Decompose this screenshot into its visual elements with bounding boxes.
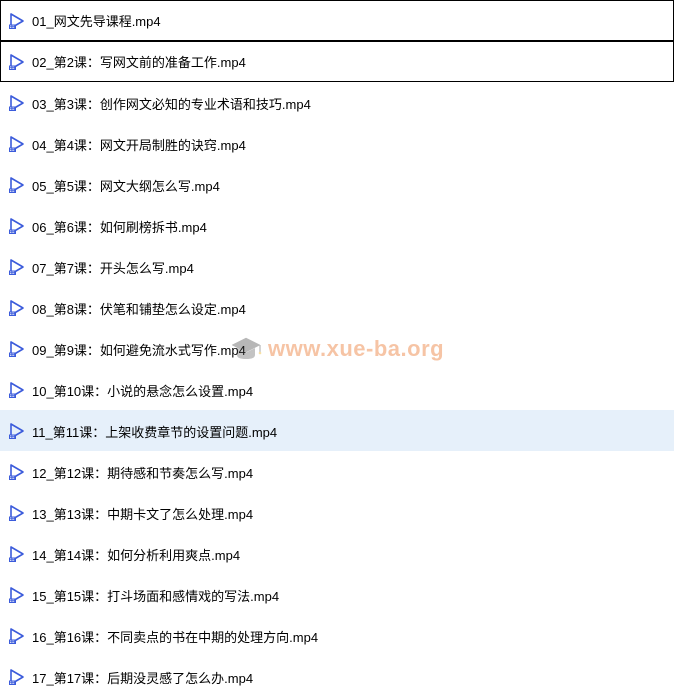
video-file-icon <box>8 627 26 645</box>
file-item[interactable]: 08_第8课：伏笔和铺垫怎么设定.mp4 <box>0 287 674 328</box>
video-file-icon <box>8 422 26 440</box>
video-file-icon <box>8 12 26 30</box>
file-list: 01_网文先导课程.mp4 02_第2课：写网文前的准备工作.mp4 03_第3… <box>0 0 674 697</box>
video-file-icon <box>8 53 26 71</box>
file-name: 10_第10课：小说的悬念怎么设置.mp4 <box>32 381 253 400</box>
video-file-icon <box>8 176 26 194</box>
file-name: 05_第5课：网文大纲怎么写.mp4 <box>32 176 220 195</box>
file-item[interactable]: 01_网文先导课程.mp4 <box>0 0 674 41</box>
video-file-icon <box>8 668 26 686</box>
video-file-icon <box>8 299 26 317</box>
file-name: 14_第14课：如何分析利用爽点.mp4 <box>32 545 240 564</box>
file-item[interactable]: 04_第4课：网文开局制胜的诀窍.mp4 <box>0 123 674 164</box>
video-file-icon <box>8 463 26 481</box>
file-item[interactable]: 03_第3课：创作网文必知的专业术语和技巧.mp4 <box>0 82 674 123</box>
file-item[interactable]: 05_第5课：网文大纲怎么写.mp4 <box>0 164 674 205</box>
video-file-icon <box>8 258 26 276</box>
video-file-icon <box>8 94 26 112</box>
file-item[interactable]: 15_第15课：打斗场面和感情戏的写法.mp4 <box>0 574 674 615</box>
file-item[interactable]: 12_第12课：期待感和节奏怎么写.mp4 <box>0 451 674 492</box>
file-item[interactable]: 16_第16课：不同卖点的书在中期的处理方向.mp4 <box>0 615 674 656</box>
video-file-icon <box>8 340 26 358</box>
file-name: 04_第4课：网文开局制胜的诀窍.mp4 <box>32 135 246 154</box>
file-name: 17_第17课：后期没灵感了怎么办.mp4 <box>32 668 253 687</box>
file-name: 15_第15课：打斗场面和感情戏的写法.mp4 <box>32 586 279 605</box>
file-item[interactable]: 11_第11课：上架收费章节的设置问题.mp4 <box>0 410 674 451</box>
video-file-icon <box>8 135 26 153</box>
file-name: 12_第12课：期待感和节奏怎么写.mp4 <box>32 463 253 482</box>
file-item[interactable]: 09_第9课：如何避免流水式写作.mp4 <box>0 328 674 369</box>
file-item[interactable]: 10_第10课：小说的悬念怎么设置.mp4 <box>0 369 674 410</box>
file-item[interactable]: 13_第13课：中期卡文了怎么处理.mp4 <box>0 492 674 533</box>
video-file-icon <box>8 217 26 235</box>
file-name: 02_第2课：写网文前的准备工作.mp4 <box>32 52 246 71</box>
file-name: 03_第3课：创作网文必知的专业术语和技巧.mp4 <box>32 94 311 113</box>
file-item[interactable]: 14_第14课：如何分析利用爽点.mp4 <box>0 533 674 574</box>
video-file-icon <box>8 504 26 522</box>
video-file-icon <box>8 545 26 563</box>
file-name: 06_第6课：如何刷榜拆书.mp4 <box>32 217 207 236</box>
file-name: 16_第16课：不同卖点的书在中期的处理方向.mp4 <box>32 627 318 646</box>
file-name: 11_第11课：上架收费章节的设置问题.mp4 <box>32 422 277 441</box>
file-name: 01_网文先导课程.mp4 <box>32 11 161 30</box>
file-item[interactable]: 02_第2课：写网文前的准备工作.mp4 <box>0 41 674 82</box>
video-file-icon <box>8 586 26 604</box>
file-item[interactable]: 06_第6课：如何刷榜拆书.mp4 <box>0 205 674 246</box>
file-item[interactable]: 07_第7课：开头怎么写.mp4 <box>0 246 674 287</box>
video-file-icon <box>8 381 26 399</box>
file-name: 09_第9课：如何避免流水式写作.mp4 <box>32 340 246 359</box>
file-name: 08_第8课：伏笔和铺垫怎么设定.mp4 <box>32 299 246 318</box>
file-item[interactable]: 17_第17课：后期没灵感了怎么办.mp4 <box>0 656 674 697</box>
file-name: 13_第13课：中期卡文了怎么处理.mp4 <box>32 504 253 523</box>
file-name: 07_第7课：开头怎么写.mp4 <box>32 258 194 277</box>
